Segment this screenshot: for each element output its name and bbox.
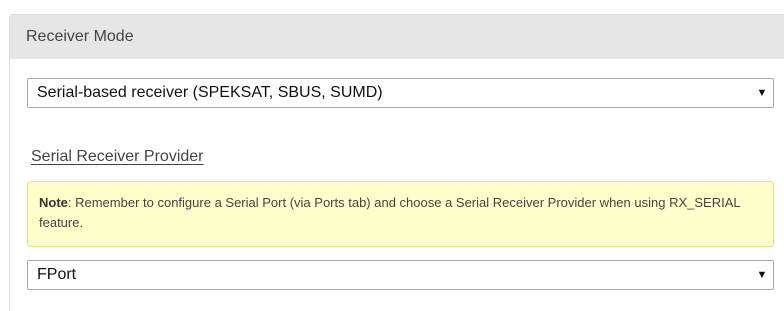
receiver-mode-select[interactable]: Serial-based receiver (SPEKSAT, SBUS, SU… (27, 78, 774, 108)
panel-header: Receiver Mode (10, 15, 784, 59)
note-label: Note (39, 195, 68, 210)
note-text: : Remember to configure a Serial Port (v… (39, 195, 741, 230)
serial-provider-select[interactable]: FPort ▼ (27, 260, 774, 290)
receiver-mode-value: Serial-based receiver (SPEKSAT, SBUS, SU… (37, 84, 383, 101)
dropdown-arrow-icon: ▼ (756, 269, 768, 281)
receiver-mode-panel: Receiver Mode Serial-based receiver (SPE… (9, 14, 784, 311)
serial-provider-title: Serial Receiver Provider (31, 148, 204, 165)
serial-provider-note: Note: Remember to configure a Serial Por… (27, 181, 774, 247)
panel-title: Receiver Mode (26, 28, 134, 45)
serial-provider-value: FPort (37, 266, 77, 283)
dropdown-arrow-icon: ▼ (756, 87, 768, 99)
